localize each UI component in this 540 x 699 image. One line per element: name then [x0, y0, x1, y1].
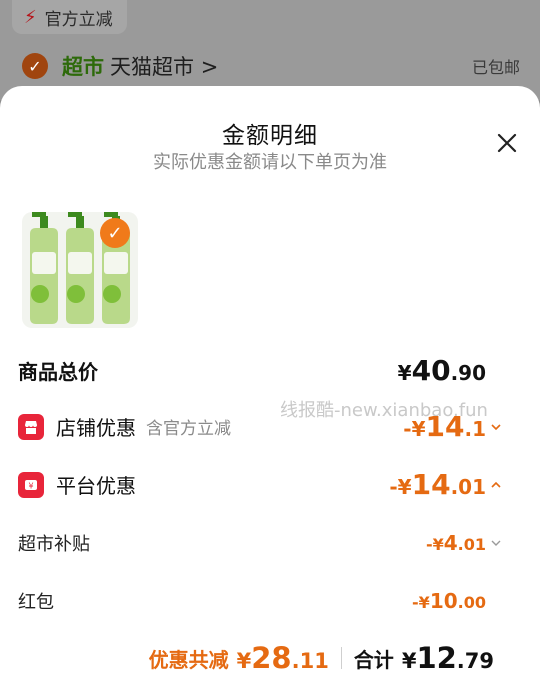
savings-label: 优惠共减: [148, 647, 229, 672]
platform-discount-row[interactable]: ¥ 平台优惠 -¥ 14 .01: [18, 468, 502, 501]
savings-amount: ¥ 28 .11: [237, 641, 329, 675]
sheet-title: 金额明细: [222, 123, 318, 149]
currency-symbol: -¥: [412, 593, 430, 612]
store-icon: [18, 413, 44, 440]
platform-discount-amount: -¥ 14 .01: [389, 468, 486, 501]
amount-integer: 12: [416, 641, 457, 675]
official-discount-label: 官方立减: [44, 9, 113, 30]
coupon-icon: ¥: [18, 471, 44, 498]
chevron-down-icon: [491, 540, 501, 546]
store-discount-label: 店铺优惠: [56, 416, 136, 440]
amount-integer: 28: [251, 641, 292, 675]
amount-decimal: .90: [450, 361, 486, 385]
amount-decimal: .1: [464, 417, 486, 441]
amount-integer: 14: [411, 468, 451, 501]
summary-footer: 优惠共减 ¥ 28 .11 合计 ¥ 12 .79: [0, 638, 540, 678]
platform-discount-label: 平台优惠: [56, 474, 136, 498]
amount-integer: 4: [443, 531, 458, 555]
currency-symbol: ¥: [397, 361, 412, 385]
amount-decimal: .01: [450, 475, 486, 499]
store-tag: 超市: [62, 55, 104, 79]
divider: [340, 647, 342, 669]
sheet-subtitle: 实际优惠金额请以下单页为准: [153, 152, 387, 173]
amount-decimal: .79: [456, 649, 494, 673]
shipping-label: 已包邮: [471, 58, 520, 77]
total-label: 合计: [353, 647, 394, 672]
chevron-right-icon: >: [200, 55, 219, 79]
currency-symbol: -¥: [389, 475, 412, 499]
currency-symbol: ¥: [236, 649, 252, 673]
amount-integer: 10: [429, 589, 458, 613]
currency-symbol: ¥: [401, 649, 417, 673]
official-discount-badge: ⚡ 官方立减: [12, 0, 127, 34]
amount-integer: 14: [425, 410, 465, 443]
amount-integer: 40: [411, 354, 451, 387]
red-packet-label: 红包: [18, 592, 54, 613]
store-discount-row[interactable]: 店铺优惠 含官方立减 -¥ 14 .1: [18, 410, 502, 443]
total-price-amount: ¥ 40 .90: [398, 354, 486, 387]
total-price-row: 商品总价 ¥ 40 .90: [18, 354, 502, 387]
amount-decimal: .00: [457, 593, 486, 612]
supermarket-subsidy-row[interactable]: 超市补贴 -¥ 4 .01: [18, 530, 502, 556]
red-packet-amount: -¥ 10 .00: [412, 589, 486, 613]
amount-detail-sheet: 金额明细 实际优惠金额请以下单页为准 ✓ 线报酷-new.xianbao.fun…: [0, 86, 540, 699]
red-packet-row: 红包 -¥ 10 .00: [18, 588, 502, 614]
total-price-label: 商品总价: [18, 360, 98, 384]
currency-symbol: -¥: [403, 417, 426, 441]
supermarket-subsidy-amount: -¥ 4 .01: [426, 531, 486, 555]
close-icon[interactable]: [496, 132, 518, 154]
store-name[interactable]: 天猫超市 >: [110, 51, 218, 81]
selected-check-icon: ✓: [100, 218, 130, 248]
svg-text:¥: ¥: [28, 481, 33, 490]
store-name-text: 天猫超市: [110, 55, 194, 79]
chevron-down-icon: [491, 423, 501, 430]
amount-decimal: .01: [457, 535, 486, 554]
store-discount-amount: -¥ 14 .1: [403, 410, 486, 443]
total-amount: ¥ 12 .79: [402, 641, 494, 675]
amount-decimal: .11: [291, 649, 329, 673]
lightning-icon: ⚡: [24, 6, 37, 28]
currency-symbol: -¥: [425, 535, 444, 554]
store-row: ✓ 超市 天猫超市 > 已包邮: [22, 50, 520, 82]
store-discount-note: 含官方立减: [146, 419, 231, 439]
chevron-up-icon: [491, 481, 501, 488]
check-circle-icon: ✓: [22, 53, 48, 79]
supermarket-subsidy-label: 超市补贴: [18, 534, 90, 555]
